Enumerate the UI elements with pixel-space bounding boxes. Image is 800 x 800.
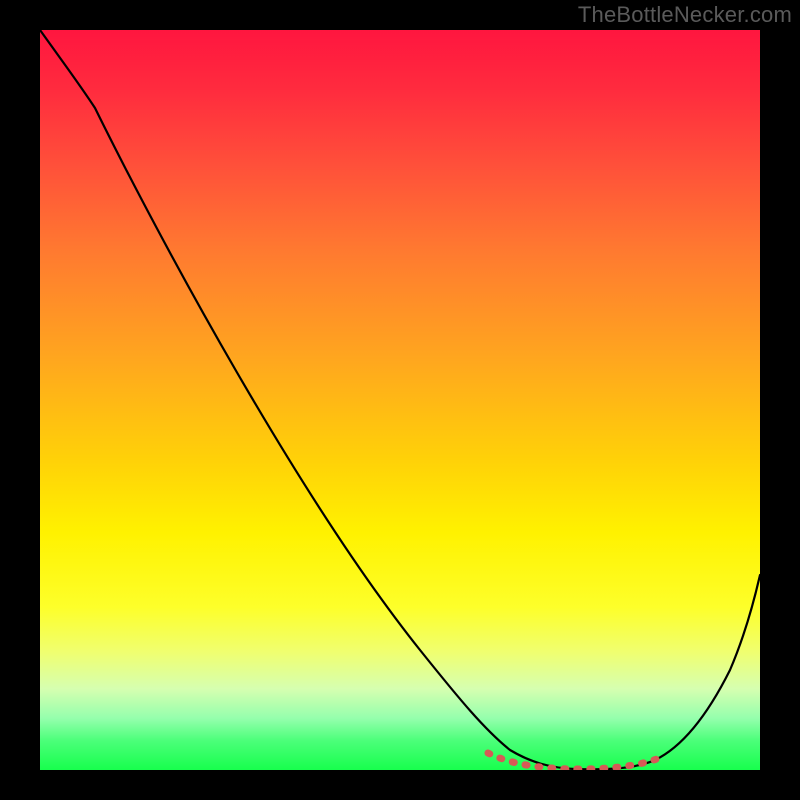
plot-area (40, 30, 760, 770)
chart-frame: TheBottleNecker.com (0, 0, 800, 800)
bottleneck-curve (40, 30, 760, 769)
watermark-text: TheBottleNecker.com (578, 2, 792, 28)
curve-svg (40, 30, 760, 770)
